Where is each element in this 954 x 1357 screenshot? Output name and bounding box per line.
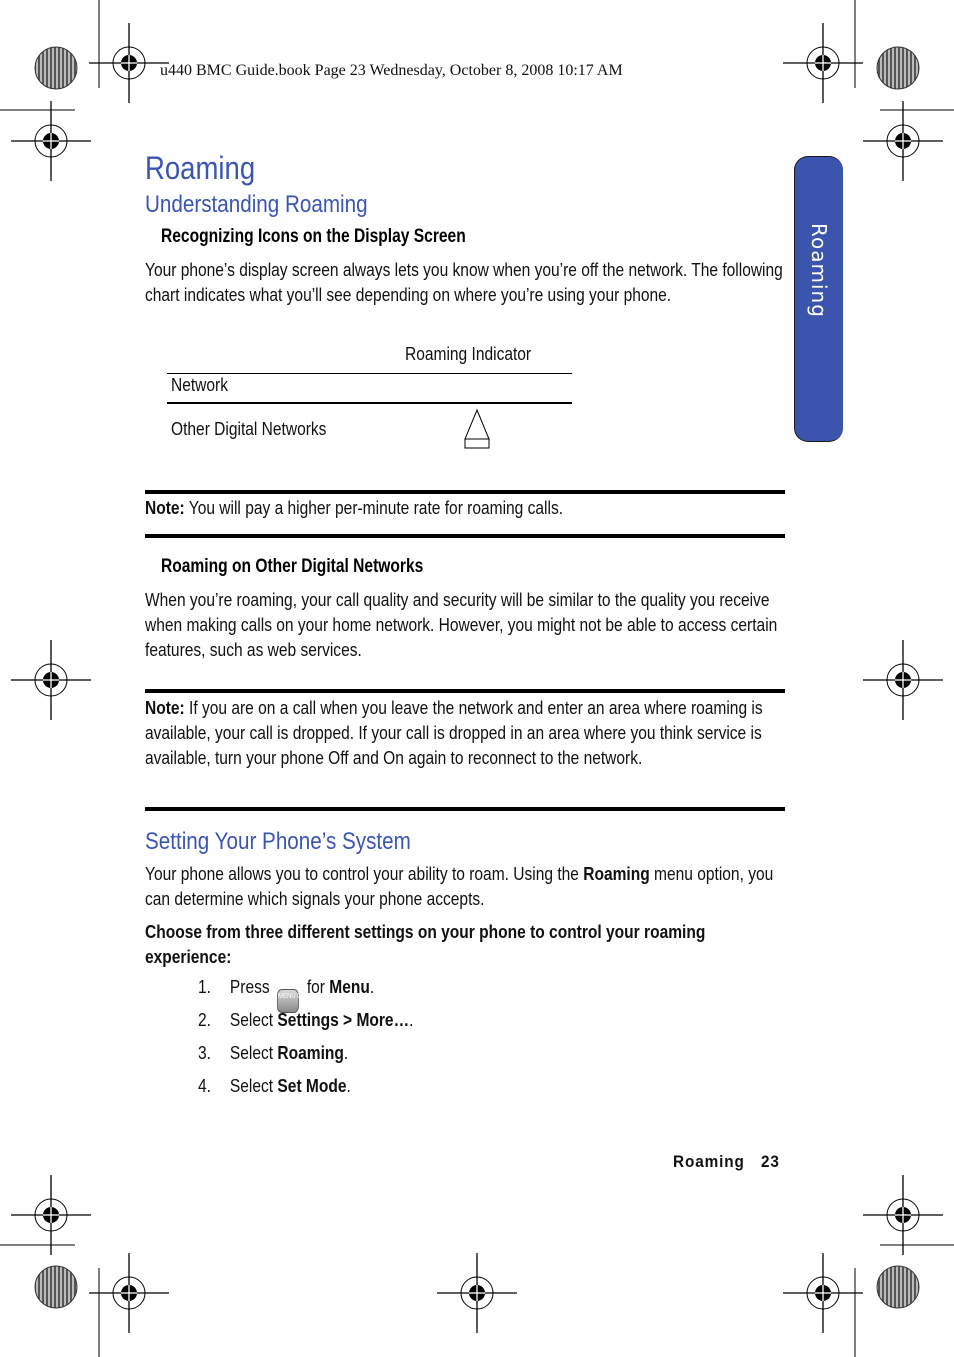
registration-mark (862, 639, 944, 721)
instruction-heading: Choose from three different settings on … (145, 921, 706, 967)
side-tab-label: Roaming (807, 223, 831, 318)
note-rule-bottom (145, 534, 785, 538)
text: . (346, 1075, 351, 1096)
list-item: 4. Select Set Mode. (198, 1075, 351, 1097)
registration-mark (782, 1252, 864, 1334)
page-number: 23 (760, 1152, 780, 1171)
page-title: Roaming (145, 150, 256, 186)
note-roaming-rate: Note: You will pay a higher per-minute r… (145, 495, 783, 520)
note-rule-bottom (145, 807, 785, 811)
starburst-mark (876, 1265, 920, 1309)
text: Press (229, 976, 274, 997)
step-number: 2. (198, 1009, 211, 1030)
text: Select (229, 1075, 278, 1096)
table-cell-network: Other Digital Networks (171, 418, 327, 439)
registration-mark (436, 1252, 518, 1334)
starburst-mark (34, 46, 78, 90)
text: Select (229, 1009, 278, 1030)
moire-mark (34, 1265, 78, 1309)
registration-mark (88, 22, 170, 104)
menu-label: Set Mode (277, 1075, 347, 1096)
section-heading-understanding: Understanding Roaming (145, 191, 368, 218)
table-divider (167, 402, 572, 404)
text: . (369, 976, 375, 997)
footer-section: Roaming (673, 1152, 745, 1171)
note-text: If you are on a call when you leave the … (145, 697, 763, 768)
roaming-triangle-icon (464, 408, 490, 449)
section-heading-system: Setting Your Phone’s System (145, 828, 411, 855)
text: for (302, 976, 330, 997)
registration-mark (862, 100, 944, 182)
roaming-quality-paragraph: When you’re roaming, your call quality a… (145, 589, 778, 660)
subheading-other-networks: Roaming on Other Digital Networks (161, 556, 424, 577)
registration-mark (782, 22, 864, 104)
table-header-indicator: Roaming Indicator (405, 343, 532, 364)
text: Select (229, 1042, 278, 1063)
step-number: 1. (198, 976, 211, 997)
moire-mark (876, 46, 920, 90)
note-text: You will pay a higher per-minute rate fo… (184, 497, 564, 518)
menu-label: Settings > More… (277, 1009, 410, 1030)
note-rule-top (145, 490, 785, 494)
intro-paragraph: Your phone’s display screen always lets … (145, 259, 783, 305)
print-header: u440 BMC Guide.book Page 23 Wednesday, O… (160, 62, 623, 79)
menu-label: Menu (329, 976, 370, 997)
menu-label: Roaming (277, 1042, 344, 1063)
roaming-menu-name: Roaming (583, 863, 650, 884)
text: . (343, 1042, 349, 1063)
text: Your phone allows you to control your ab… (145, 863, 584, 884)
step-number: 4. (198, 1075, 211, 1096)
note-rule-top (145, 689, 785, 693)
note-label: Note: (145, 497, 185, 518)
registration-mark (88, 1252, 170, 1334)
registration-mark (862, 1174, 944, 1256)
note-label: Note: (145, 697, 185, 718)
text: . (409, 1009, 414, 1030)
subheading-recognizing-icons: Recognizing Icons on the Display Screen (161, 226, 466, 247)
system-paragraph: Your phone allows you to control your ab… (145, 861, 783, 911)
page-footer: Roaming 23 (673, 1152, 780, 1172)
registration-mark (10, 639, 92, 721)
list-item: 1. Press MENU OK for Menu. (198, 976, 374, 1013)
list-item: 2. Select Settings > More…. (198, 1009, 413, 1031)
table-header-network: Network (171, 374, 229, 395)
registration-mark (10, 1174, 92, 1256)
registration-mark (10, 100, 92, 182)
note-dropped-call: Note: If you are on a call when you leav… (145, 695, 783, 770)
list-item: 3. Select Roaming. (198, 1042, 348, 1064)
step-number: 3. (198, 1042, 211, 1063)
